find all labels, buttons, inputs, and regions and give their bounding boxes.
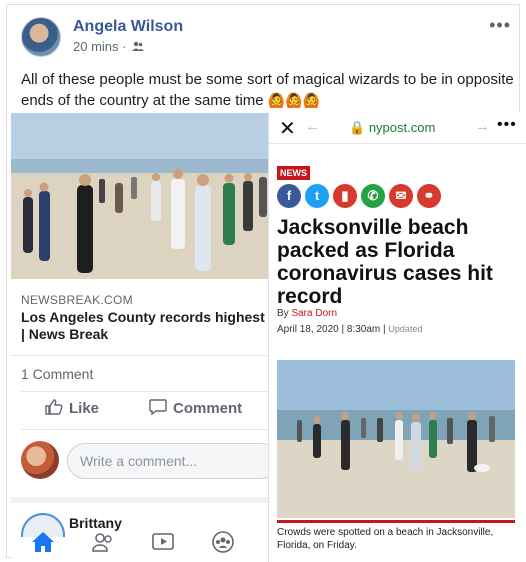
byline-author[interactable]: Sara Dorn — [291, 308, 337, 319]
byline-prefix: By — [277, 308, 289, 319]
shared-link-card[interactable]: NEWSBREAK.COM Los Angeles County records… — [11, 113, 279, 561]
watch-icon[interactable] — [151, 531, 177, 557]
link-title-line2: | News Break — [21, 326, 109, 342]
link-source: NEWSBREAK.COM — [21, 293, 133, 307]
article-date: April 18, 2020 — [277, 324, 339, 335]
link-title-line1: Los Angeles County records highest da — [21, 309, 277, 325]
post-text: All of these people must be some sort of… — [21, 69, 517, 111]
section-separator — [11, 497, 275, 503]
author-name[interactable]: Angela Wilson — [73, 18, 183, 36]
like-button[interactable]: Like — [45, 399, 99, 417]
byline: By Sara Dorn — [277, 308, 337, 319]
comment-bubble-icon — [149, 399, 167, 416]
divider — [11, 355, 275, 356]
article-time: 8:30am — [346, 324, 381, 335]
link-share-icon[interactable]: ⚭ — [417, 184, 441, 208]
whatsapp-share-icon[interactable]: ✆ — [361, 184, 385, 208]
like-label: Like — [69, 400, 100, 417]
url-bar[interactable]: 🔒 nypost.com — [349, 120, 435, 136]
caption-rule — [277, 520, 515, 523]
comment-button[interactable]: Comment — [149, 399, 242, 417]
commenter-name[interactable]: Brittany — [69, 515, 122, 531]
dateline: April 18, 2020 | 8:30am | Updated — [277, 324, 423, 335]
url-text: nypost.com — [368, 120, 436, 135]
close-icon[interactable]: ✕ — [279, 116, 296, 141]
beach-crowd-photo-left[interactable] — [11, 113, 275, 279]
more-options-icon[interactable]: ••• — [489, 15, 511, 36]
back-arrow-icon[interactable]: ← — [305, 118, 320, 135]
divider — [21, 429, 275, 430]
bottom-tab-bar — [11, 531, 275, 561]
post-time[interactable]: 20 mins — [73, 39, 119, 54]
post-meta: 20 mins · — [73, 39, 145, 54]
emoji-group: 🙆🙆🙆 — [267, 92, 321, 108]
lock-icon: 🔒 — [349, 120, 366, 135]
forward-arrow-icon[interactable]: → — [475, 118, 490, 135]
link-title[interactable]: Los Angeles County records highest da | … — [21, 309, 277, 343]
author-avatar[interactable] — [21, 17, 61, 57]
beach-crowd-photo-right[interactable] — [277, 360, 515, 518]
divider — [21, 391, 275, 392]
groups-icon[interactable] — [211, 531, 237, 557]
updated-label: Updated — [388, 324, 423, 334]
browser-toolbar: ✕ ← 🔒 nypost.com → ••• — [269, 112, 526, 144]
thumbs-up-icon — [45, 399, 63, 415]
email-share-icon[interactable]: ✉ — [389, 184, 413, 208]
flipboard-share-icon[interactable]: ▮ — [333, 184, 357, 208]
news-tag[interactable]: NEWS — [277, 166, 310, 180]
current-user-avatar[interactable] — [21, 441, 59, 479]
beach-crowd-illustration — [11, 113, 275, 279]
facebook-share-icon[interactable]: f — [277, 184, 301, 208]
comment-label: Comment — [173, 400, 243, 417]
comment-count[interactable]: 1 Comment — [21, 366, 93, 382]
beach-crowd-illustration — [277, 360, 515, 518]
photo-caption: Crowds were spotted on a beach in Jackso… — [277, 527, 494, 551]
friends-icon[interactable] — [91, 531, 117, 557]
home-icon[interactable] — [31, 531, 57, 557]
browser-menu-icon[interactable]: ••• — [497, 116, 517, 134]
article-headline: Jacksonville beach packed as Florida cor… — [277, 216, 493, 308]
twitter-share-icon[interactable]: t — [305, 184, 329, 208]
nypost-article-screenshot: ✕ ← 🔒 nypost.com → ••• NEWS f t ▮ ✆ ✉ ⚭ … — [268, 112, 526, 562]
comment-input[interactable]: Write a comment... — [67, 443, 279, 479]
friends-icon — [132, 41, 145, 54]
post-header: Angela Wilson 20 mins · ••• — [21, 13, 511, 61]
